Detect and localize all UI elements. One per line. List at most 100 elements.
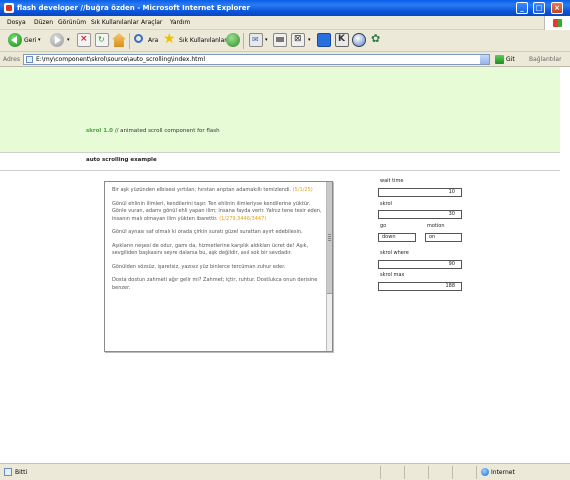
tools-button[interactable]: ✿ [370, 32, 384, 47]
skrol-where-field[interactable]: 90 [378, 260, 462, 269]
header-band: skrol 1.0 // animated scroll component f… [0, 67, 560, 152]
status-divider [476, 466, 477, 479]
paragraph: Bir aşk yüzünden elbisesi yırtılan; hırs… [112, 187, 325, 195]
back-arrow-icon [11, 36, 17, 44]
paragraph-text: Gönülden sözsüz, işaretsiz, yazısız yüz … [112, 263, 286, 270]
scrollbar-thumb[interactable] [327, 182, 332, 294]
menu-file[interactable]: Dosya [7, 19, 26, 26]
toolbar-separator [129, 33, 130, 49]
discuss-button[interactable] [317, 33, 331, 47]
page-icon [26, 56, 33, 63]
refresh-icon: ↻ [98, 35, 105, 44]
skrol-field[interactable]: 30 [378, 210, 462, 219]
printer-icon [276, 37, 284, 42]
status-divider [404, 466, 405, 479]
go-button[interactable]: Git [506, 56, 515, 63]
links-button[interactable]: Bağlantılar [529, 56, 562, 63]
address-dropdown-icon[interactable] [480, 55, 489, 64]
divider [0, 170, 560, 171]
go-label: go [380, 223, 387, 229]
globe-icon [481, 468, 489, 476]
refresh-button[interactable]: ↻ [95, 33, 109, 47]
status-divider [452, 466, 453, 479]
forward-dropdown-icon[interactable]: ▾ [67, 37, 70, 43]
wait-time-field[interactable]: 10 [378, 188, 462, 197]
forward-button[interactable] [50, 33, 64, 47]
paragraph-reference: (5/1/25) [292, 187, 313, 193]
menu-help[interactable]: Yardım [170, 19, 190, 26]
paragraph-text: Dosta dostun zahmeti ağır gelir mi? Zahm… [112, 277, 318, 291]
status-text: Bitti [15, 469, 28, 476]
paragraph: Dosta dostun zahmeti ağır gelir mi? Zahm… [112, 277, 325, 292]
paragraph-text: Gönül aynası saf olmalı ki orada çirkin … [112, 229, 303, 235]
window-title: flash developer //buğra özden - Microsof… [17, 4, 250, 12]
section-title: auto scrolling example [86, 157, 157, 163]
address-bar: Adres E:\my\component\skrol\source\auto_… [0, 52, 570, 67]
menu-edit[interactable]: Düzen [34, 19, 53, 26]
tagline: skrol 1.0 // animated scroll component f… [86, 128, 220, 134]
mail-button[interactable]: ✉ [249, 33, 263, 47]
menu-favorites[interactable]: Sık Kullanılanlar [91, 19, 139, 26]
edit-button[interactable]: ⊠ [291, 33, 305, 47]
search-button[interactable] [133, 33, 147, 49]
divider [0, 152, 560, 153]
close-button[interactable]: × [551, 2, 563, 14]
motion-field[interactable]: on [425, 233, 462, 242]
tagline-brand: skrol 1.0 [86, 128, 113, 134]
page-icon [4, 468, 12, 476]
back-label: Geri [24, 37, 37, 44]
paragraph: Gönül aynası saf olmalı ki orada çirkin … [112, 229, 325, 237]
stop-icon: × [80, 34, 88, 44]
maximize-button[interactable]: □ [533, 2, 545, 14]
paragraph-text: Gönül ehlinin ilimleri, kendilerini taşı… [112, 200, 322, 222]
status-divider [380, 466, 381, 479]
mail-dropdown-icon[interactable]: ▾ [265, 37, 268, 43]
address-input[interactable]: E:\my\component\skrol\source\auto_scroll… [23, 54, 490, 65]
favorites-button[interactable]: ★ [163, 31, 177, 49]
menu-tools[interactable]: Araçlar [141, 19, 162, 26]
grip-icon [328, 234, 331, 242]
stop-button[interactable]: × [77, 33, 91, 47]
go-arrow-icon[interactable] [495, 55, 504, 64]
minimize-button[interactable]: _ [516, 2, 528, 14]
wait-time-label: wait time [380, 178, 404, 184]
skrol-label: skrol [380, 201, 392, 207]
media-button[interactable] [226, 33, 240, 47]
toolbar-separator [243, 33, 244, 49]
status-bar: Bitti Internet [0, 463, 570, 480]
edit-dropdown-icon[interactable]: ▾ [308, 37, 311, 43]
go-field[interactable]: down [378, 233, 416, 242]
tagline-text: // animated scroll component for flash [112, 128, 220, 134]
toolbar: Geri ▾ ▾ × ↻ Ara ★ Sık Kullanılanlar ✉ ▾… [0, 30, 570, 52]
skrol-max-field[interactable]: 188 [378, 282, 462, 291]
skrol-where-label: skrol where [380, 250, 409, 256]
address-url: E:\my\component\skrol\source\auto_scroll… [36, 56, 206, 63]
paragraph: Gönülden sözsüz, işaretsiz, yazısız yüz … [112, 264, 325, 272]
ie-icon [4, 3, 14, 13]
paragraph-reference: (1/279,3446/3447) [219, 215, 267, 222]
back-button[interactable] [8, 33, 22, 47]
paragraph-text: Aşıkların neşesi de odur, gamı da, hizme… [112, 242, 309, 257]
address-label: Adres [3, 56, 20, 63]
page-content: skrol 1.0 // animated scroll component f… [0, 67, 570, 463]
k-icon: K [338, 34, 345, 44]
menu-bar: Dosya Düzen Görünüm Sık Kullanılanlar Ar… [0, 16, 570, 30]
home-button[interactable] [112, 33, 126, 47]
paragraph-text: Bir aşk yüzünden elbisesi yırtılan; hırs… [112, 187, 293, 193]
menu-view[interactable]: Görünüm [58, 19, 86, 26]
windows-logo-icon [544, 16, 570, 30]
messenger-button[interactable]: K [335, 33, 349, 47]
motion-label: motion [427, 223, 445, 229]
print-button[interactable] [273, 33, 287, 47]
scrollbar-track[interactable] [326, 182, 332, 351]
zone-text: Internet [491, 469, 515, 476]
back-dropdown-icon[interactable]: ▾ [38, 37, 41, 43]
scroll-box[interactable]: Bir aşk yüzünden elbisesi yırtılan; hırs… [104, 181, 333, 352]
window-titlebar[interactable]: flash developer //buğra özden - Microsof… [0, 0, 570, 16]
research-button[interactable] [352, 33, 366, 47]
scroll-content: Bir aşk yüzünden elbisesi yırtılan; hırs… [112, 187, 325, 298]
star-icon: ★ [163, 31, 176, 47]
paragraph: Aşıkların neşesi de odur, gamı da, hizme… [112, 243, 325, 258]
status-divider [428, 466, 429, 479]
forward-arrow-icon [55, 36, 61, 44]
